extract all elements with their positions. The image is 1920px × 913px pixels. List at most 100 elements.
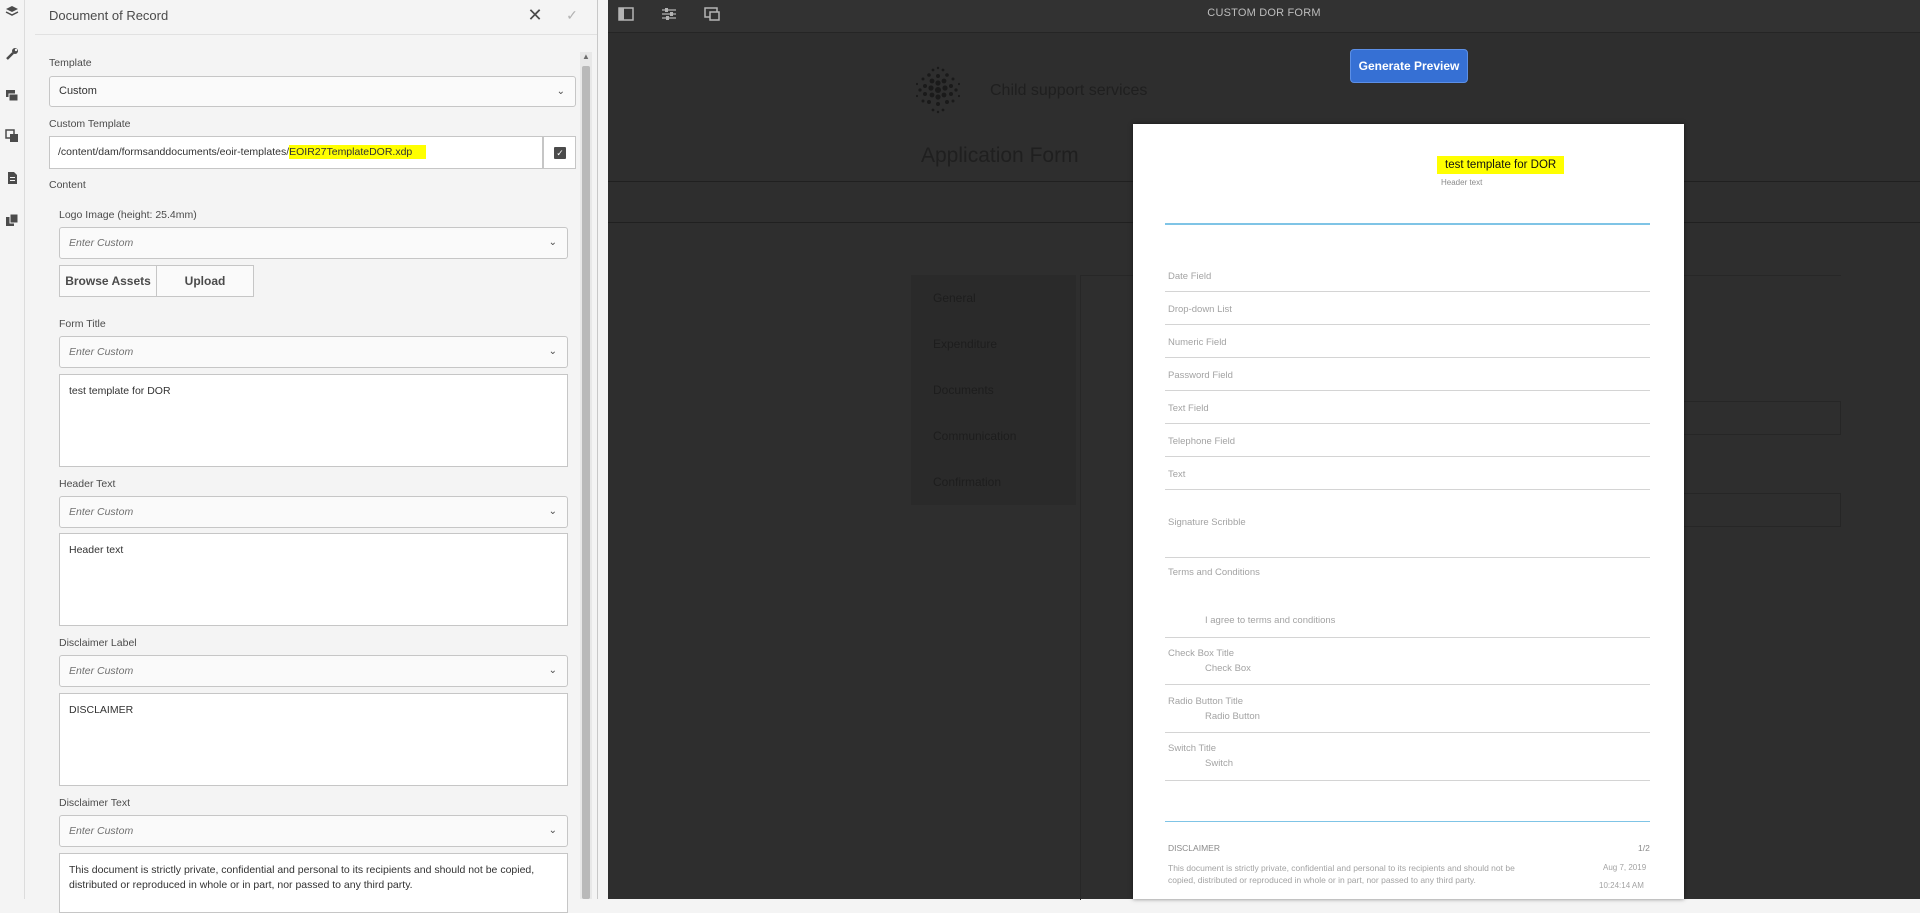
preview-field: Text Field (1165, 394, 1650, 424)
preview-field-sublabel: I agree to terms and conditions (1205, 615, 1336, 626)
editor-canvas: CUSTOM DOR FORM Child support services A… (608, 0, 1920, 900)
upload-button[interactable]: Upload (156, 265, 254, 297)
nav-item-documents[interactable]: Documents (933, 383, 994, 397)
properties-panel: Document of Record ✕ ✓ ▲ Template Custom… (35, 0, 598, 913)
application-form-title: Application Form (921, 144, 1079, 167)
panel-header: Document of Record ✕ ✓ (35, 0, 597, 35)
preview-field-label: Drop-down List (1168, 304, 1232, 315)
preview-disclaimer-label: DISCLAIMER (1168, 843, 1220, 853)
custom-template-path-input[interactable]: /content/dam/formsanddocuments/eoir-temp… (49, 136, 543, 169)
preview-field: Password Field (1165, 361, 1650, 391)
form-navigation: General Expenditure Documents Communicat… (911, 275, 1076, 505)
form-title-textarea[interactable]: test template for DOR (59, 374, 568, 467)
template-select-value: Custom (59, 85, 97, 97)
preview-field: Switch Title Switch (1165, 733, 1650, 781)
disclaimer-text-placeholder: Enter Custom (69, 825, 134, 837)
components-icon[interactable] (3, 129, 21, 147)
nav-item-confirmation[interactable]: Confirmation (933, 475, 1001, 489)
chevron-down-icon: ⌄ (548, 506, 557, 517)
left-rail (0, 0, 25, 899)
preview-field-label: Signature Scribble (1168, 517, 1246, 528)
preview-field-label: Terms and Conditions (1168, 567, 1260, 578)
chevron-down-icon: ⌄ (556, 86, 565, 97)
preview-field-label: Radio Button Title (1168, 696, 1243, 707)
disclaimer-text-textarea[interactable]: This document is strictly private, confi… (59, 853, 568, 913)
template-select[interactable]: Custom ⌄ (49, 76, 576, 107)
canvas-title: CUSTOM DOR FORM (1207, 7, 1321, 19)
header-text-select[interactable]: Enter Custom ⌄ (59, 496, 568, 528)
checkmark-icon[interactable]: ✓ (561, 4, 583, 26)
preview-field-label: Numeric Field (1168, 337, 1227, 348)
preview-field-label: Check Box Title (1168, 648, 1234, 659)
preview-field: Check Box Title Check Box (1165, 638, 1650, 685)
preview-field: Date Field (1165, 262, 1650, 292)
chevron-down-icon: ⌄ (548, 825, 557, 836)
template-label: Template (49, 57, 92, 69)
content-tree-icon[interactable] (3, 213, 21, 231)
preview-header-text: Header text (1441, 178, 1483, 187)
preview-field-label: Telephone Field (1168, 436, 1236, 447)
custom-template-label: Custom Template (49, 118, 131, 130)
template-path-file: EOIR27TemplateDOR.xdp (289, 145, 427, 159)
ghost-field (1679, 401, 1841, 435)
preview-time: 10:24:14 AM (1599, 881, 1644, 890)
preview-field-sublabel: Radio Button (1205, 711, 1260, 722)
preview-field-sublabel: Switch (1205, 758, 1233, 769)
logo-image-label: Logo Image (height: 25.4mm) (59, 209, 197, 221)
preview-disclaimer-text: This document is strictly private, confi… (1168, 863, 1515, 885)
disclaimer-label-label: Disclaimer Label (59, 637, 137, 649)
preview-footer-rule (1165, 821, 1650, 822)
canvas-toolbar: CUSTOM DOR FORM (608, 0, 1920, 33)
preview-date: Aug 7, 2019 (1603, 863, 1647, 872)
scroll-up-icon[interactable]: ▲ (580, 52, 592, 64)
nav-item-general[interactable]: General (933, 291, 976, 305)
preview-header-rule (1165, 223, 1650, 225)
disclaimer-label-textarea[interactable]: DISCLAIMER (59, 693, 568, 786)
chevron-down-icon: ⌄ (548, 346, 557, 357)
brand-name: Child support services (990, 82, 1148, 99)
preview-field: Terms and Conditions I agree to terms an… (1165, 558, 1650, 638)
preview-field-label: Text Field (1168, 403, 1209, 414)
preview-field: Telephone Field (1165, 427, 1650, 457)
assets-icon[interactable] (3, 88, 21, 106)
template-path-prefix: /content/dam/formsanddocuments/eoir-temp… (58, 146, 290, 158)
panel-title: Document of Record (49, 8, 169, 23)
document-icon[interactable] (3, 171, 21, 189)
content-label: Content (49, 179, 86, 191)
preview-field-label: Switch Title (1168, 743, 1217, 754)
dor-preview-page: test template for DOR Header text Date F… (1133, 124, 1684, 899)
preview-form-title: test template for DOR (1437, 156, 1565, 174)
ghost-field (1679, 493, 1841, 527)
disclaimer-label-placeholder: Enter Custom (69, 665, 134, 677)
nav-item-expenditure[interactable]: Expenditure (933, 337, 997, 351)
form-title-placeholder: Enter Custom (69, 346, 134, 358)
scrollbar-thumb[interactable] (582, 66, 590, 899)
preview-field: Drop-down List (1165, 295, 1650, 325)
form-title-label: Form Title (59, 318, 106, 330)
nav-item-communication[interactable]: Communication (933, 429, 1016, 443)
wrench-icon[interactable] (3, 47, 21, 65)
header-text-textarea[interactable]: Header text (59, 533, 568, 626)
preview-field: Radio Button Title Radio Button (1165, 685, 1650, 733)
preview-page-number: 1/2 (1638, 843, 1650, 853)
form-title-select[interactable]: Enter Custom ⌄ (59, 336, 568, 368)
preview-field: Numeric Field (1165, 328, 1650, 358)
browse-assets-button[interactable]: Browse Assets (59, 265, 157, 297)
brand-logo (912, 64, 964, 116)
logo-image-select[interactable]: Enter Custom ⌄ (59, 227, 568, 259)
generate-preview-button[interactable]: Generate Preview (1350, 49, 1468, 83)
custom-template-checkbox[interactable]: ✓ (543, 136, 576, 169)
disclaimer-label-select[interactable]: Enter Custom ⌄ (59, 655, 568, 687)
preview-field-label: Text (1168, 469, 1186, 480)
close-icon[interactable]: ✕ (524, 4, 546, 26)
logo-image-placeholder: Enter Custom (69, 237, 134, 249)
preview-field-sublabel: Check Box (1205, 663, 1251, 674)
checkmark-icon: ✓ (554, 147, 566, 159)
disclaimer-text-label: Disclaimer Text (59, 797, 130, 809)
disclaimer-text-select[interactable]: Enter Custom ⌄ (59, 815, 568, 847)
chevron-down-icon: ⌄ (548, 237, 557, 248)
preview-field: Text (1165, 460, 1650, 490)
preview-field-label: Password Field (1168, 370, 1233, 381)
preview-field-label: Date Field (1168, 271, 1212, 282)
layers-icon[interactable] (3, 5, 21, 23)
